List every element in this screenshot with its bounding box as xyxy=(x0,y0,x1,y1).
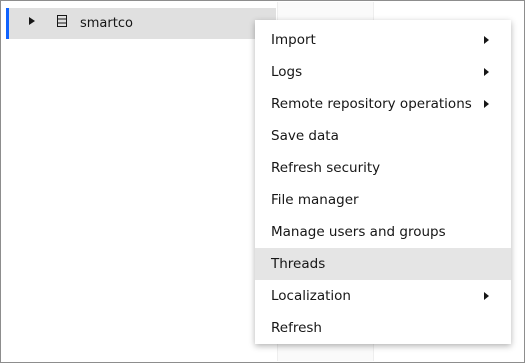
menu-item-file-manager[interactable]: File manager xyxy=(255,184,511,216)
menu-item-label: Manage users and groups xyxy=(271,224,446,240)
menu-item-refresh[interactable]: Refresh xyxy=(255,312,511,344)
menu-item-label: Remote repository operations xyxy=(271,96,472,112)
submenu-arrow-icon xyxy=(484,100,489,108)
tree-item-label[interactable]: smartco xyxy=(80,16,133,31)
menu-item-label: Refresh security xyxy=(271,160,381,176)
menu-item-label: Save data xyxy=(271,128,339,144)
menu-item-remote-repository-operations[interactable]: Remote repository operations xyxy=(255,88,511,120)
menu-item-label: Threads xyxy=(271,256,326,272)
database-icon xyxy=(57,15,67,27)
menu-item-refresh-security[interactable]: Refresh security xyxy=(255,152,511,184)
menu-item-import[interactable]: Import xyxy=(255,24,511,56)
menu-item-label: Refresh xyxy=(271,320,322,336)
menu-item-label: Import xyxy=(271,32,316,48)
context-menu: Import Logs Remote repository operations… xyxy=(255,20,511,344)
menu-item-save-data[interactable]: Save data xyxy=(255,120,511,152)
tree-row-smartco[interactable] xyxy=(6,8,276,39)
menu-item-logs[interactable]: Logs xyxy=(255,56,511,88)
submenu-arrow-icon xyxy=(484,36,489,44)
expand-arrow-icon[interactable] xyxy=(29,17,35,25)
menu-item-localization[interactable]: Localization xyxy=(255,280,511,312)
menu-item-threads[interactable]: Threads xyxy=(255,248,511,280)
menu-item-label: File manager xyxy=(271,192,359,208)
menu-item-manage-users-and-groups[interactable]: Manage users and groups xyxy=(255,216,511,248)
submenu-arrow-icon xyxy=(484,68,489,76)
menu-item-label: Localization xyxy=(271,288,351,304)
menu-item-label: Logs xyxy=(271,64,303,80)
submenu-arrow-icon xyxy=(484,292,489,300)
